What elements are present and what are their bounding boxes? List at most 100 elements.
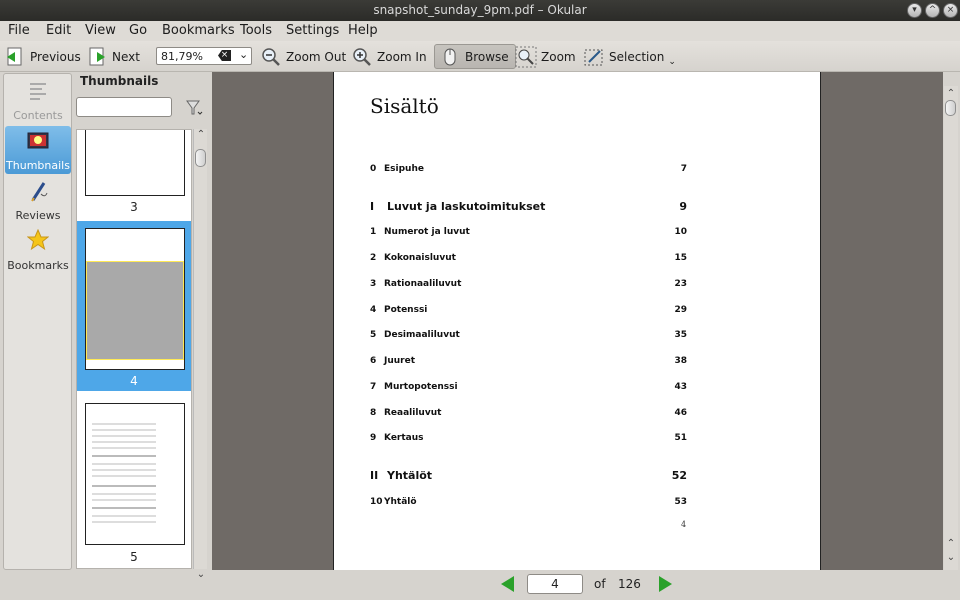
next-label: Next bbox=[112, 49, 140, 64]
toc-page: 29 bbox=[674, 305, 687, 315]
next-button[interactable]: Next bbox=[86, 44, 140, 69]
toc-page: 43 bbox=[674, 382, 687, 392]
scroll-up-icon[interactable]: ⌃ bbox=[944, 88, 958, 99]
document-page: Sisältö 0 Esipuhe 7 I Luvut ja laskutoimituk… bbox=[333, 72, 821, 570]
maximize-button[interactable]: ^ bbox=[925, 3, 940, 18]
toc-title: Murtopotenssi bbox=[384, 382, 458, 392]
toc-page: 38 bbox=[674, 356, 687, 366]
menu-help[interactable]: Help bbox=[348, 23, 378, 38]
thumbnail-item-selected[interactable]: 4 bbox=[77, 221, 191, 391]
toc-num: 3 bbox=[370, 279, 377, 289]
chevron-down-icon[interactable]: ⌄ bbox=[668, 57, 676, 67]
toc-title: Kokonaisluvut bbox=[384, 253, 456, 263]
toc-page: 46 bbox=[674, 408, 687, 418]
scroll-down-icon[interactable]: ⌄ bbox=[194, 569, 208, 580]
toc-title: Rationaaliluvut bbox=[384, 279, 462, 289]
zoom-value: 81,79% bbox=[161, 50, 203, 63]
sidebar-tabs: Contents Thumbnails Reviews Bookmarks bbox=[3, 73, 72, 570]
toc-num: 10 bbox=[370, 497, 383, 507]
thumbnail-page bbox=[85, 130, 185, 196]
thumbnail-page bbox=[85, 403, 185, 545]
toc-num: 1 bbox=[370, 227, 377, 237]
zoom-out-label: Zoom Out bbox=[286, 49, 347, 64]
zoom-dropdown-icon[interactable]: ⌄ bbox=[239, 48, 248, 61]
toc-title: Desimaaliluvut bbox=[384, 330, 460, 340]
page-footer-number: 4 bbox=[681, 520, 687, 529]
toc-page: 53 bbox=[674, 497, 687, 507]
browse-tool-button[interactable]: Browse bbox=[434, 44, 516, 69]
visible-region-highlight bbox=[86, 261, 184, 360]
thumbnail-number: 3 bbox=[130, 200, 138, 214]
document-view[interactable]: Sisältö 0 Esipuhe 7 I Luvut ja laskutoimituk… bbox=[212, 72, 943, 570]
mouse-icon bbox=[439, 46, 461, 68]
toc-num: 8 bbox=[370, 408, 377, 418]
selection-label: Selection bbox=[609, 49, 665, 64]
thumbnail-list: 3 4 5 bbox=[76, 129, 192, 569]
page-of-label: of bbox=[594, 577, 606, 591]
toc-title: Kertaus bbox=[384, 433, 424, 443]
toc-page: 35 bbox=[674, 330, 687, 340]
toc-page: 7 bbox=[680, 164, 687, 174]
sidebar-item-label: Reviews bbox=[15, 209, 61, 222]
document-scrollbar[interactable]: ⌃ ⌃ ⌄ bbox=[944, 86, 958, 570]
selection-tool-button[interactable]: Selection ⌄ bbox=[583, 44, 676, 69]
menu-bookmarks[interactable]: Bookmarks bbox=[162, 23, 235, 38]
window-titlebar: snapshot_sunday_9pm.pdf – Okular ▾ ^ × bbox=[0, 0, 960, 21]
menu-file[interactable]: File bbox=[8, 23, 30, 38]
zoom-out-button[interactable]: Zoom Out bbox=[260, 44, 346, 69]
previous-button[interactable]: Previous bbox=[4, 44, 81, 69]
menubar: File Edit View Go Bookmarks Tools Settin… bbox=[0, 21, 960, 41]
sidebar-item-reviews[interactable]: Reviews bbox=[5, 176, 71, 224]
scrollbar-handle[interactable] bbox=[945, 100, 956, 116]
page-total: 126 bbox=[618, 577, 641, 591]
toc-title: Esipuhe bbox=[384, 164, 424, 174]
menu-tools[interactable]: Tools bbox=[240, 23, 272, 38]
browse-label: Browse bbox=[465, 49, 509, 64]
zoom-combobox[interactable]: 81,79% × ⌄ bbox=[156, 47, 252, 65]
toc-page: 15 bbox=[674, 253, 687, 263]
thumbnail-page bbox=[85, 228, 185, 370]
zoom-in-icon bbox=[351, 46, 373, 68]
scroll-down-icon[interactable]: ⌄ bbox=[944, 552, 958, 563]
scrollbar-handle[interactable] bbox=[195, 149, 206, 167]
sidebar-item-contents[interactable]: Contents bbox=[5, 76, 71, 124]
toc-num: 7 bbox=[370, 382, 377, 392]
thumbnail-scrollbar[interactable]: ⌃ ⌄ bbox=[193, 129, 208, 580]
toc-num: II bbox=[370, 469, 379, 482]
menu-settings[interactable]: Settings bbox=[286, 23, 339, 38]
thumbnail-item[interactable]: 5 bbox=[77, 396, 191, 566]
scroll-up-icon[interactable]: ⌃ bbox=[944, 538, 958, 549]
previous-page-arrow-icon[interactable] bbox=[501, 576, 514, 592]
filter-icon[interactable] bbox=[186, 99, 204, 120]
toc-num: 4 bbox=[370, 305, 377, 315]
sidebar-item-thumbnails[interactable]: Thumbnails bbox=[5, 126, 71, 174]
next-page-arrow-icon[interactable] bbox=[659, 576, 672, 592]
toc-num: I bbox=[370, 200, 375, 213]
reviews-pen-icon bbox=[29, 180, 49, 205]
close-button[interactable]: × bbox=[943, 3, 958, 18]
toc-page: 10 bbox=[674, 227, 687, 237]
menu-edit[interactable]: Edit bbox=[46, 23, 71, 38]
thumbnails-icon bbox=[27, 131, 49, 154]
menu-go[interactable]: Go bbox=[129, 23, 147, 38]
sidebar-item-bookmarks[interactable]: Bookmarks bbox=[5, 226, 71, 274]
thumbnail-item[interactable]: 3 bbox=[77, 130, 191, 218]
page-number-input[interactable]: 4 bbox=[527, 574, 583, 594]
minimize-button[interactable]: ▾ bbox=[907, 3, 922, 18]
toc-title: Potenssi bbox=[384, 305, 428, 315]
clear-zoom-icon[interactable]: × bbox=[218, 50, 231, 61]
zoom-out-icon bbox=[260, 46, 282, 68]
toc-num: 2 bbox=[370, 253, 377, 263]
sidebar-item-label: Bookmarks bbox=[7, 259, 69, 272]
sidebar-item-label: Contents bbox=[13, 109, 63, 122]
selection-icon bbox=[583, 46, 605, 68]
sidebar-item-label: Thumbnails bbox=[6, 159, 70, 172]
toc-page: 9 bbox=[679, 200, 687, 213]
zoom-in-button[interactable]: Zoom In bbox=[351, 44, 427, 69]
menu-view[interactable]: View bbox=[85, 23, 116, 38]
thumbnail-search-input[interactable] bbox=[76, 97, 172, 117]
scroll-up-icon[interactable]: ⌃ bbox=[194, 129, 208, 140]
toc-title: Reaaliluvut bbox=[384, 408, 442, 418]
zoom-tool-button[interactable]: Zoom bbox=[515, 44, 576, 69]
zoom-tool-label: Zoom bbox=[541, 49, 576, 64]
